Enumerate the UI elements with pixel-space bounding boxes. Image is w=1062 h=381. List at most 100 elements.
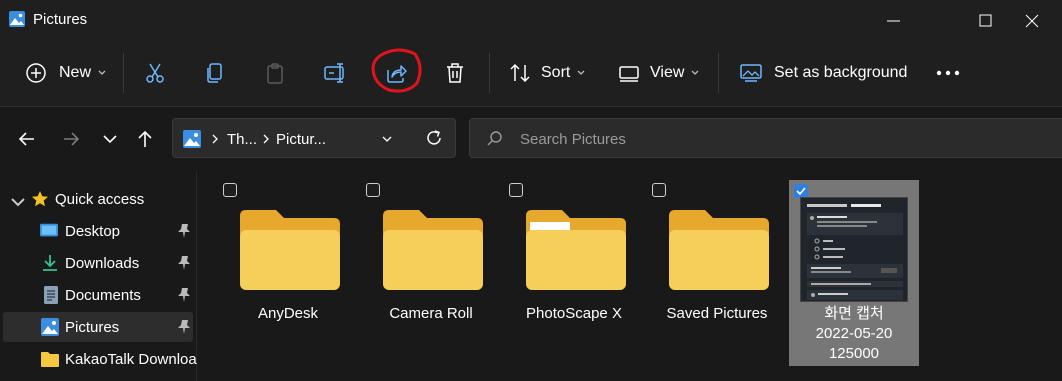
- folder-item-saved-pictures[interactable]: Saved Pictures: [652, 182, 782, 367]
- sidebar-item-label: Quick access: [55, 191, 145, 208]
- paste-icon: [267, 63, 283, 84]
- add-icon: [26, 63, 46, 83]
- folder-icon: [41, 352, 59, 367]
- chevron-down-icon: [98, 70, 106, 75]
- toolbar-divider: [489, 53, 490, 93]
- navigation-pane: Quick access Desktop Downloads Documents…: [0, 172, 197, 381]
- sort-icon: [510, 63, 530, 83]
- up-button[interactable]: [131, 125, 159, 153]
- close-button[interactable]: [1010, 8, 1056, 34]
- navigation-bar: Th... Pictur... Search Pictures: [0, 107, 1062, 171]
- command-bar: New Sort View Set as background: [0, 40, 1062, 107]
- trash-icon: [447, 63, 463, 83]
- sidebar-item-label: Downloads: [65, 255, 140, 272]
- refresh-icon[interactable]: [424, 128, 444, 148]
- more-options-button[interactable]: [936, 52, 960, 94]
- rename-button[interactable]: [323, 52, 349, 94]
- minimize-button[interactable]: [872, 8, 918, 34]
- paste-button[interactable]: [263, 52, 287, 94]
- search-placeholder: Search Pictures: [520, 131, 626, 148]
- view-label: View: [650, 64, 685, 81]
- star-icon: [32, 191, 48, 207]
- more-icon: [936, 70, 960, 76]
- maximize-button[interactable]: [964, 8, 1010, 34]
- sidebar-item-pictures[interactable]: Pictures: [3, 312, 193, 342]
- checkmark-icon: [796, 187, 806, 196]
- folder-icon: [526, 210, 626, 290]
- breadcrumb-chevron-icon: [212, 134, 218, 144]
- title-bar: Pictures: [0, 0, 1062, 40]
- breadcrumb-this-pc[interactable]: Th...: [227, 131, 257, 148]
- copy-button[interactable]: [203, 52, 227, 94]
- sidebar-item-label: Documents: [65, 287, 141, 304]
- forward-button[interactable]: [56, 125, 84, 153]
- folder-item-photoscape-x[interactable]: PhotoScape X: [509, 182, 639, 367]
- sidebar-item-label: Pictures: [65, 319, 120, 336]
- file-name: AnyDesk: [257, 305, 319, 322]
- address-dropdown-icon[interactable]: [381, 134, 393, 144]
- back-button[interactable]: [14, 125, 42, 153]
- pin-icon[interactable]: [177, 223, 191, 239]
- item-checkbox[interactable]: [223, 183, 237, 197]
- window-title: Pictures: [33, 11, 88, 28]
- rename-icon: [324, 63, 344, 83]
- folder-item-anydesk[interactable]: AnyDesk: [223, 182, 353, 367]
- chevron-down-icon: [11, 198, 25, 207]
- sidebar-item-label: Desktop: [65, 223, 121, 240]
- breadcrumb-pictures[interactable]: Pictur...: [276, 131, 326, 148]
- pin-icon[interactable]: [177, 255, 191, 271]
- delete-button[interactable]: [443, 52, 467, 94]
- set-as-background-label: Set as background: [774, 64, 908, 81]
- folder-icon: [240, 210, 340, 290]
- maximize-icon: [979, 14, 992, 27]
- item-checkbox[interactable]: [652, 183, 666, 197]
- search-box[interactable]: Search Pictures: [469, 118, 1062, 158]
- set-as-background-button[interactable]: Set as background: [740, 52, 907, 94]
- item-checkbox-checked[interactable]: [794, 184, 808, 198]
- annotation-circle: [371, 48, 422, 93]
- wallpaper-icon: [740, 64, 762, 82]
- sidebar-item-documents[interactable]: Documents: [3, 280, 193, 310]
- file-name: Camera Roll: [389, 305, 473, 322]
- file-name-line3: 125000: [828, 345, 880, 362]
- view-icon: [619, 66, 639, 82]
- folder-icon: [669, 210, 769, 290]
- download-icon: [43, 255, 57, 271]
- folder-icon: [383, 210, 483, 290]
- screenshot-preview: [801, 198, 907, 301]
- toolbar-divider: [123, 53, 124, 93]
- sidebar-item-kakaotalk-downloads[interactable]: KakaoTalk Downloa: [3, 344, 197, 374]
- file-name-line1: 화면 캡처: [824, 305, 884, 322]
- pin-icon[interactable]: [177, 287, 191, 303]
- minimize-icon: [887, 20, 900, 22]
- sidebar-item-downloads[interactable]: Downloads: [3, 248, 193, 278]
- sidebar-item-desktop[interactable]: Desktop: [3, 216, 193, 246]
- address-bar[interactable]: Th... Pictur...: [172, 118, 456, 158]
- desktop-icon: [40, 223, 58, 237]
- sidebar-item-quick-access[interactable]: Quick access: [3, 184, 193, 214]
- cut-button[interactable]: [143, 52, 167, 94]
- sort-button[interactable]: Sort: [509, 52, 586, 94]
- file-name: PhotoScape X: [526, 305, 622, 322]
- pictures-app-icon: [9, 11, 25, 27]
- chevron-down-icon: [577, 70, 585, 75]
- pictures-icon: [41, 318, 59, 336]
- file-name: Saved Pictures: [666, 305, 768, 322]
- pictures-folder-icon: [183, 130, 201, 148]
- recent-locations-button[interactable]: [96, 125, 124, 153]
- item-checkbox[interactable]: [509, 183, 523, 197]
- view-button[interactable]: View: [618, 52, 700, 94]
- cut-icon: [146, 63, 164, 83]
- folder-item-camera-roll[interactable]: Camera Roll: [366, 182, 496, 367]
- pin-icon[interactable]: [177, 319, 191, 335]
- close-icon: [1025, 14, 1039, 28]
- breadcrumb-chevron-icon: [263, 134, 269, 144]
- sort-label: Sort: [541, 64, 571, 81]
- search-icon: [487, 131, 502, 146]
- image-item-screenshot[interactable]: 화면 캡처 2022-05-20 125000: [789, 180, 919, 366]
- file-name-line2: 2022-05-20: [815, 325, 893, 342]
- item-checkbox[interactable]: [366, 183, 380, 197]
- new-button[interactable]: New: [25, 52, 107, 94]
- file-list: AnyDesk Camera Roll PhotoScape X Saved P…: [197, 172, 1062, 381]
- copy-icon: [207, 63, 222, 83]
